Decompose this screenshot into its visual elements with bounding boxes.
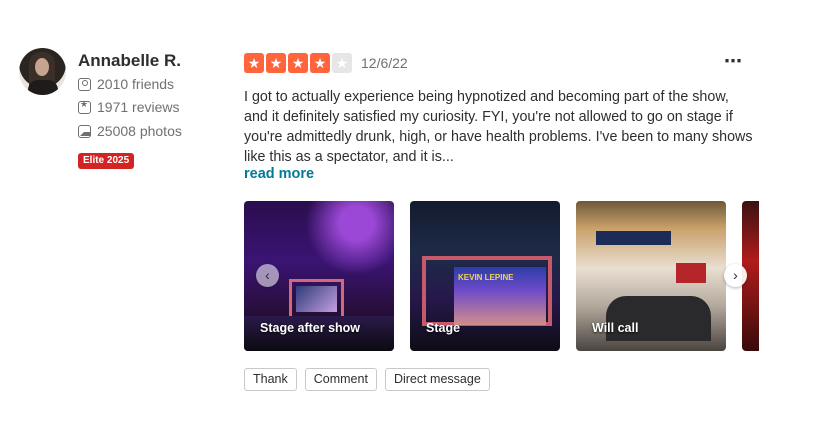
- photo-caption: Will call: [592, 321, 639, 335]
- star-icon: ★: [310, 53, 330, 73]
- reviews-label: 1971 reviews: [97, 99, 180, 115]
- photo-will-call[interactable]: Will call: [576, 201, 726, 351]
- user-name[interactable]: Annabelle R.: [78, 51, 181, 71]
- photo-caption: Stage after show: [260, 321, 361, 335]
- comment-button[interactable]: Comment: [304, 368, 377, 391]
- photo-stage[interactable]: KEVIN LEPINE Stage: [410, 201, 560, 351]
- review-actions: Thank Comment Direct message: [244, 368, 490, 391]
- read-more-link[interactable]: read more: [244, 166, 314, 182]
- red-panel: [676, 263, 706, 283]
- direct-message-button[interactable]: Direct message: [384, 368, 490, 391]
- friends-count: 2010 friends: [78, 76, 174, 92]
- box-office-sign: [596, 231, 671, 245]
- stage-screen: KEVIN LEPINE: [454, 267, 546, 325]
- friends-icon: [78, 77, 91, 91]
- photos-label: 25008 photos: [97, 123, 182, 139]
- reviews-count: 1971 reviews: [78, 99, 180, 115]
- review-date: 12/6/22: [361, 55, 408, 71]
- friends-label: 2010 friends: [97, 76, 175, 92]
- star-icon: ★: [288, 53, 308, 73]
- review-text: I got to actually experience being hypno…: [244, 89, 753, 165]
- carousel-next-icon[interactable]: ›: [724, 264, 747, 287]
- star-icon: ★: [332, 53, 352, 73]
- thank-button[interactable]: Thank: [244, 368, 297, 391]
- photo-icon: [78, 124, 91, 138]
- star-rating: ★ ★ ★ ★ ★: [244, 53, 352, 73]
- star-icon: ★: [266, 53, 286, 73]
- avatar-shirt: [28, 80, 58, 95]
- photo-caption: Stage: [426, 321, 461, 335]
- elite-badge[interactable]: Elite 2025: [78, 153, 135, 169]
- screen-text: KEVIN LEPINE: [458, 273, 514, 282]
- carousel-prev-icon[interactable]: ‹: [256, 264, 279, 287]
- avatar[interactable]: [19, 48, 66, 95]
- avatar-face: [35, 58, 49, 76]
- photos-count: 25008 photos: [78, 123, 182, 139]
- stage-screen: [296, 286, 337, 312]
- star-review-icon: [78, 99, 91, 114]
- star-icon: ★: [244, 53, 264, 73]
- photo-carousel: Stage after show KEVIN LEPINE Stage Will…: [244, 201, 759, 351]
- more-options-icon[interactable]: ⋯: [724, 51, 743, 72]
